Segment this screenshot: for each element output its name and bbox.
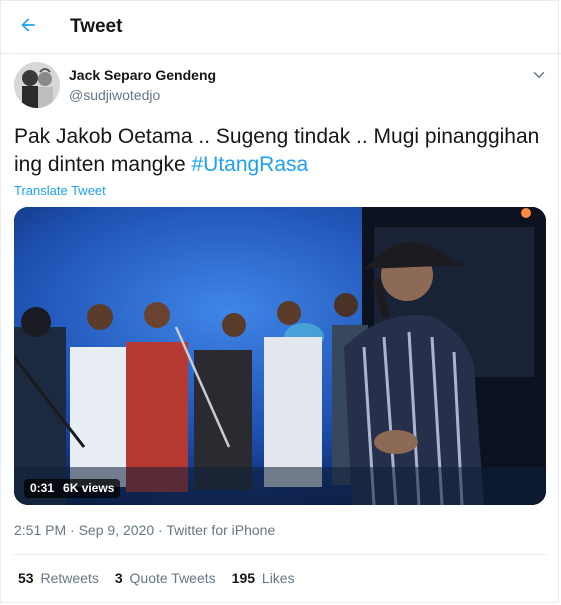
video-thumbnail — [14, 207, 546, 505]
author-display-name[interactable]: Jack Separo Gendeng — [69, 67, 216, 83]
video-info-badge: 0:31 6K views — [24, 479, 121, 498]
quotes-count: 3 — [114, 570, 123, 586]
tweet-stats: 53 Retweets 3 Quote Tweets 195 Likes — [18, 570, 295, 586]
divider — [14, 554, 546, 555]
meta-separator: · — [70, 522, 75, 538]
translate-tweet-link[interactable]: Translate Tweet — [14, 183, 106, 198]
video-duration: 0:31 — [30, 481, 55, 495]
video-views: 6K views — [63, 481, 115, 495]
arrow-left-icon — [18, 15, 38, 40]
quote-tweets-stat[interactable]: 3 Quote Tweets — [115, 570, 216, 586]
tweet-text: Pak Jakob Oetama .. Sugeng tindak .. Mug… — [14, 123, 554, 179]
quotes-label: Quote Tweets — [129, 570, 216, 586]
tweet-meta: 2:51 PM · Sep 9, 2020 · Twitter for iPho… — [14, 522, 275, 538]
likes-count: 195 — [231, 570, 256, 586]
tweet-time[interactable]: 2:51 PM — [14, 522, 66, 538]
back-button[interactable] — [12, 11, 44, 43]
chevron-down-icon — [530, 71, 548, 88]
video-player[interactable] — [14, 207, 546, 505]
avatar[interactable] — [14, 62, 60, 108]
tweet-options-button[interactable] — [530, 66, 548, 84]
retweets-label: Retweets — [40, 570, 99, 586]
retweets-stat[interactable]: 53 Retweets — [18, 570, 99, 586]
tweet-client[interactable]: Twitter for iPhone — [166, 522, 275, 538]
page-header: Tweet — [0, 0, 561, 54]
likes-label: Likes — [261, 570, 295, 586]
author-handle[interactable]: @sudjiwotedjo — [69, 87, 160, 103]
tweet-date[interactable]: Sep 9, 2020 — [79, 522, 155, 538]
meta-separator-2: · — [158, 522, 163, 538]
hashtag-link[interactable]: #UtangRasa — [191, 153, 308, 176]
page-title: Tweet — [70, 16, 123, 37]
retweets-count: 53 — [18, 570, 34, 586]
likes-stat[interactable]: 195 Likes — [232, 570, 295, 586]
